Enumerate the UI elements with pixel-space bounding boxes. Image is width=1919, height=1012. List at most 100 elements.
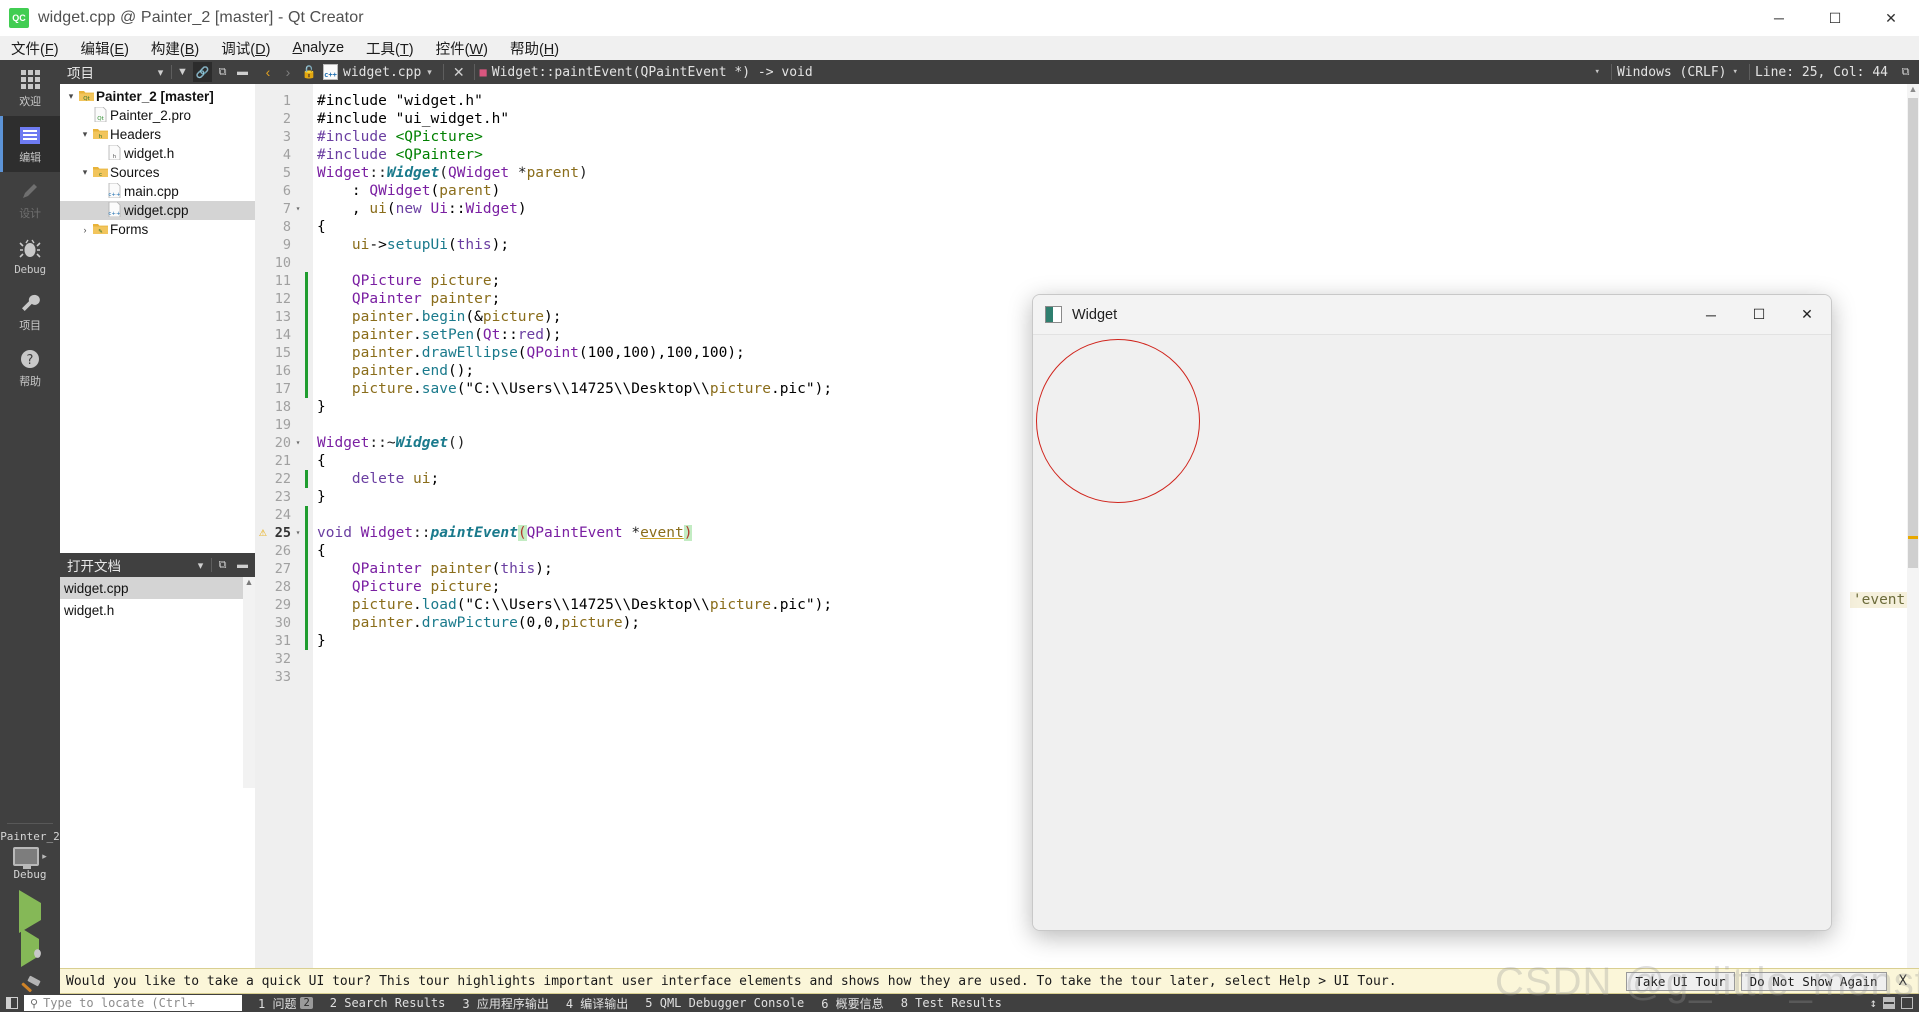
- code-line[interactable]: 8{: [255, 218, 1907, 236]
- open-document-widget-cpp[interactable]: widget.cpp: [60, 577, 255, 599]
- code-line[interactable]: 1 #include "widget.h": [255, 92, 1907, 110]
- output-updown-icon[interactable]: ↕: [1870, 996, 1877, 1010]
- chevron-right-icon[interactable]: ›: [78, 225, 92, 235]
- scroll-up-icon[interactable]: ▲: [243, 577, 255, 587]
- panel-dropdown-icon[interactable]: ▾: [151, 62, 170, 82]
- qt-creator-window: QC widget.cpp @ Painter_2 [master] - Qt …: [0, 0, 1919, 1012]
- tree-item-painter-2-pro[interactable]: Qt Painter_2.pro: [60, 106, 255, 125]
- mode-edit[interactable]: 编辑: [0, 116, 60, 172]
- widget-close-button[interactable]: ✕: [1783, 295, 1831, 335]
- open-document-widget-h[interactable]: widget.h: [60, 599, 255, 621]
- code-line[interactable]: 9 ui->setupUi(this);: [255, 236, 1907, 254]
- line-number: 32: [274, 651, 291, 667]
- output-pane-button-5[interactable]: 6 概要信息: [821, 995, 883, 1012]
- toggle-sidebar-icon[interactable]: [0, 997, 24, 1009]
- output-pane-button-3[interactable]: 4 编译输出: [566, 995, 628, 1012]
- kit-buildmode-label: Debug: [13, 868, 47, 881]
- navigate-back-icon[interactable]: ‹: [259, 64, 277, 80]
- chevron-down-icon[interactable]: ▾: [64, 91, 78, 102]
- code-line[interactable]: 3 #include <QPicture>: [255, 128, 1907, 146]
- tree-item-headers[interactable]: ▾ h Headers: [60, 125, 255, 144]
- close-panel-icon[interactable]: ▬: [233, 62, 252, 82]
- tree-item-main-cpp[interactable]: c++ main.cpp: [60, 182, 255, 201]
- close-button[interactable]: ✕: [1863, 0, 1919, 36]
- menu-item-4[interactable]: Analyze: [281, 38, 355, 58]
- code-text: {: [317, 543, 326, 559]
- warning-marker: [1908, 536, 1918, 539]
- kit-selector[interactable]: Painter_2 ▸ Debug: [0, 830, 60, 881]
- code-line[interactable]: 6 : QWidget(parent): [255, 182, 1907, 200]
- scrollbar-thumb[interactable]: [1908, 98, 1918, 568]
- code-line[interactable]: 5 Widget::Widget(QWidget *parent): [255, 164, 1907, 182]
- link-icon[interactable]: 🔗: [193, 62, 212, 82]
- current-file-tab[interactable]: c++ widget.cpp: [323, 64, 421, 80]
- do-not-show-again-button[interactable]: Do Not Show Again: [1740, 971, 1887, 991]
- output-pane-button-1[interactable]: 2 Search Results: [330, 996, 446, 1010]
- tree-item-widget-cpp[interactable]: c++ widget.cpp: [60, 201, 255, 220]
- line-ending-dropdown-icon[interactable]: ▾: [1727, 67, 1744, 77]
- open-documents-scrollbar[interactable]: ▲: [243, 577, 255, 788]
- fold-toggle-icon[interactable]: ▾: [291, 524, 305, 542]
- menu-item-5[interactable]: 工具(T): [355, 36, 425, 61]
- menu-item-2[interactable]: 构建(B): [140, 36, 210, 61]
- filter-icon[interactable]: ▼: [173, 62, 192, 82]
- fold-toggle-icon[interactable]: ▾: [291, 200, 305, 218]
- close-file-button[interactable]: ✕: [449, 64, 469, 81]
- chevron-down-icon[interactable]: ▾: [78, 167, 92, 178]
- edit-icon: [20, 123, 40, 147]
- line-ending-label[interactable]: Windows (CRLF): [1617, 65, 1727, 80]
- mode-welcome[interactable]: 欢迎: [0, 60, 60, 116]
- take-ui-tour-button[interactable]: Take UI Tour: [1626, 971, 1735, 991]
- menu-item-0[interactable]: 文件(F): [0, 36, 70, 61]
- locator-input[interactable]: ⚲ Type to locate (Ctrl+: [24, 995, 242, 1011]
- output-pane-button-6[interactable]: 8 Test Results: [901, 996, 1002, 1010]
- mode-design[interactable]: 设计: [0, 172, 60, 228]
- warning-icon[interactable]: ⚠: [259, 526, 272, 539]
- mode-projects[interactable]: 项目: [0, 284, 60, 340]
- fold-toggle-icon[interactable]: ▾: [291, 434, 305, 452]
- chevron-down-icon[interactable]: ▾: [78, 129, 92, 140]
- scroll-up-icon[interactable]: ▲: [1907, 84, 1919, 94]
- menu-item-3[interactable]: 调试(D): [210, 36, 281, 61]
- line-number: 20: [274, 435, 291, 451]
- widget-minimize-button[interactable]: ─: [1687, 295, 1735, 335]
- mode-debug[interactable]: Debug: [0, 228, 60, 284]
- menu-item-7[interactable]: 帮助(H): [499, 36, 570, 61]
- output-pane-button-4[interactable]: 5 QML Debugger Console: [645, 996, 804, 1010]
- unlocked-icon[interactable]: 🔓: [299, 65, 319, 79]
- tree-item-forms[interactable]: › ✎ Forms: [60, 220, 255, 239]
- symbol-selector[interactable]: ■ Widget::paintEvent(QPaintEvent *) -> v…: [480, 65, 813, 80]
- line-number: 2: [282, 111, 291, 127]
- widget-maximize-button[interactable]: ☐: [1735, 295, 1783, 335]
- docs-dropdown-icon[interactable]: ▾: [191, 555, 210, 575]
- maximize-button[interactable]: ☐: [1807, 0, 1863, 36]
- menu-item-6[interactable]: 控件(W): [425, 36, 499, 61]
- tree-item-widget-h[interactable]: h widget.h: [60, 144, 255, 163]
- menu-item-1[interactable]: 编辑(E): [70, 36, 140, 61]
- widget-preview-window[interactable]: Widget ─ ☐ ✕: [1032, 294, 1832, 931]
- tree-item-painter-2-master-[interactable]: ▾ Qt Painter_2 [master]: [60, 87, 255, 106]
- docs-split-icon[interactable]: ⧉: [213, 555, 232, 575]
- file-dropdown-icon[interactable]: ▾: [421, 67, 438, 78]
- split-editor-icon[interactable]: ⧉: [1896, 62, 1915, 82]
- mode-help[interactable]: ? 帮助: [0, 340, 60, 396]
- code-line[interactable]: 7 ▾ , ui(new Ui::Widget): [255, 200, 1907, 218]
- split-icon[interactable]: ⧉: [213, 62, 232, 82]
- dismiss-banner-icon[interactable]: X: [1893, 973, 1913, 989]
- maximize-output-icon[interactable]: [1901, 997, 1913, 1009]
- code-line[interactable]: 11 QPicture picture;: [255, 272, 1907, 290]
- minimize-button[interactable]: ─: [1751, 0, 1807, 36]
- docs-close-icon[interactable]: ▬: [233, 555, 252, 575]
- tree-item-sources[interactable]: ▾ c Sources: [60, 163, 255, 182]
- encoding-dropdown-icon[interactable]: ▾: [1589, 67, 1606, 77]
- code-line[interactable]: 2 #include "ui_widget.h": [255, 110, 1907, 128]
- debug-button[interactable]: [21, 928, 41, 967]
- code-line[interactable]: 4 #include <QPainter>: [255, 146, 1907, 164]
- navigate-forward-icon[interactable]: ›: [279, 64, 297, 80]
- output-pane-button-0[interactable]: 1 问题 2: [258, 995, 313, 1012]
- split-output-icon[interactable]: [1883, 997, 1895, 1009]
- run-button[interactable]: [19, 890, 41, 933]
- code-vertical-scrollbar[interactable]: ▲: [1907, 84, 1919, 988]
- code-line[interactable]: 10: [255, 254, 1907, 272]
- output-pane-button-2[interactable]: 3 应用程序输出: [462, 995, 548, 1012]
